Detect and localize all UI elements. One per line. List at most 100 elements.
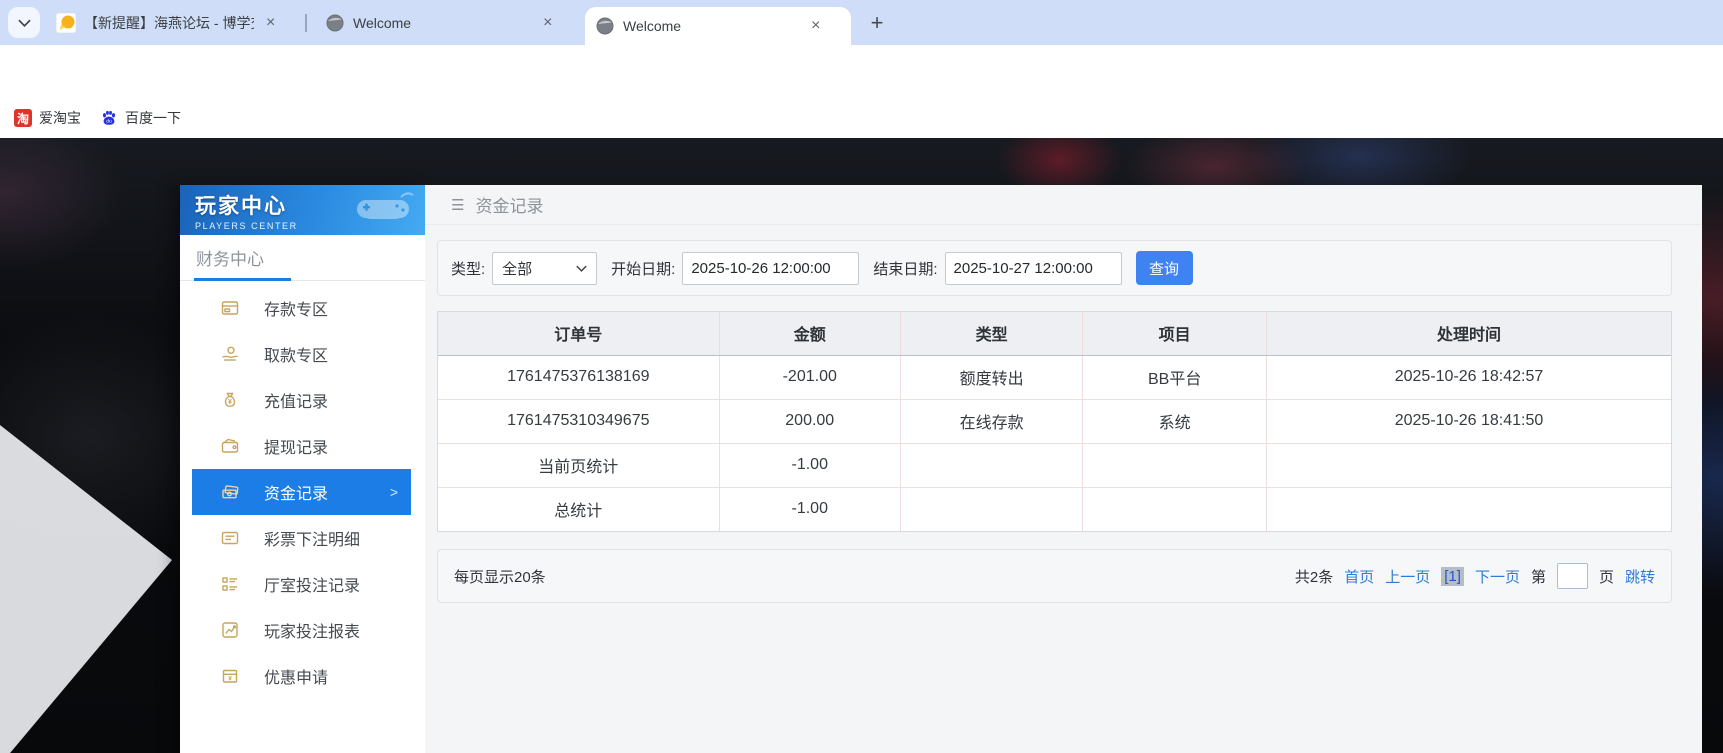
baidu-icon: du	[100, 109, 118, 127]
section-divider	[180, 278, 425, 281]
bookmarks-bar: 淘 爱淘宝 du 百度一下	[0, 98, 1723, 138]
cell-empty	[1083, 443, 1267, 487]
players-center-banner: 玩家中心 PLAYERS CENTER	[180, 185, 425, 235]
main-panel: ☰ 资金记录 类型: 全部 开始日期: 结束日期: 查询 订单号 金额 类型	[425, 185, 1702, 753]
globe-icon	[325, 13, 345, 33]
table-row: 1761475310349675 200.00 在线存款 系统 2025-10-…	[438, 399, 1671, 443]
tab-forum[interactable]: 【新提醒】海燕论坛 - 博学交流 ×	[46, 0, 300, 45]
sidebar-item-label: 厅室投注记录	[264, 572, 360, 596]
bookmark-label: 百度一下	[125, 108, 181, 128]
pagination-controls: 共2条 首页 上一页 [1] 下一页 第 页 跳转	[1295, 563, 1655, 589]
chevron-down-icon	[18, 19, 31, 27]
table-row-page-stats: 当前页统计 -1.00	[438, 443, 1671, 487]
jump-page-input[interactable]	[1557, 563, 1588, 589]
svg-text:¥: ¥	[228, 399, 232, 406]
jump-label-pre: 第	[1531, 566, 1546, 587]
sidebar-section-title: 财务中心	[180, 235, 425, 278]
page-title: 资金记录	[475, 192, 543, 217]
sidebar: 玩家中心 PLAYERS CENTER 财务中心 存款专区 取款专区 ¥ 充	[180, 185, 425, 753]
pagination-bar: 每页显示20条 共2条 首页 上一页 [1] 下一页 第 页 跳转	[437, 549, 1672, 603]
column-header: 类型	[900, 312, 1082, 355]
cell-type: 额度转出	[900, 355, 1082, 399]
sidebar-item-deposit[interactable]: 存款专区	[192, 285, 411, 331]
tab-welcome-2-active[interactable]: Welcome ×	[585, 7, 851, 45]
deposit-card-icon	[220, 298, 240, 318]
close-icon[interactable]: ×	[262, 13, 279, 33]
sidebar-item-label: 资金记录	[264, 480, 328, 504]
start-date-input[interactable]	[682, 252, 859, 285]
cell-empty	[900, 487, 1082, 531]
type-label: 类型:	[451, 258, 485, 279]
sidebar-menu: 存款专区 取款专区 ¥ 充值记录 提现记录 资金记录 > 彩票下注明细	[180, 281, 425, 699]
page-background: 玩家中心 PLAYERS CENTER 财务中心 存款专区 取款专区 ¥ 充	[0, 138, 1723, 753]
forum-favicon	[56, 13, 76, 33]
browser-toolbar: ← → ⟳ js13.cc/hhcp/usercenter.html?iniTy…	[0, 45, 1723, 98]
prev-page-link[interactable]: 上一页	[1385, 566, 1430, 587]
globe-icon	[595, 16, 615, 36]
table-row-total-stats: 总统计 -1.00	[438, 487, 1671, 531]
column-header: 项目	[1083, 312, 1267, 355]
cell-label: 总统计	[438, 487, 719, 531]
sidebar-item-label: 提现记录	[264, 434, 328, 458]
current-page-link[interactable]: [1]	[1441, 567, 1464, 586]
start-date-label: 开始日期:	[611, 258, 675, 279]
sidebar-item-player-bet-report[interactable]: 玩家投注报表	[192, 607, 411, 653]
cell-amount: -1.00	[719, 487, 900, 531]
column-header: 处理时间	[1267, 312, 1671, 355]
tab-title: Welcome	[353, 15, 411, 31]
cell-order-no: 1761475376138169	[438, 355, 719, 399]
cell-time: 2025-10-26 18:41:50	[1267, 399, 1671, 443]
filter-bar: 类型: 全部 开始日期: 结束日期: 查询	[437, 240, 1672, 296]
end-date-label: 结束日期:	[873, 258, 937, 279]
money-bag-icon: ¥	[220, 390, 240, 410]
column-header: 金额	[719, 312, 900, 355]
funds-cards-icon	[220, 482, 240, 502]
sidebar-item-lottery-bet-details[interactable]: 彩票下注明细	[192, 515, 411, 561]
bookmark-label: 爱淘宝	[39, 108, 81, 128]
sidebar-item-label: 玩家投注报表	[264, 618, 360, 642]
chevron-right-icon: >	[390, 484, 398, 500]
jump-label-post: 页	[1599, 566, 1614, 587]
chevron-down-icon	[576, 265, 587, 272]
cell-empty	[900, 443, 1082, 487]
table-header-row: 订单号 金额 类型 项目 处理时间	[438, 312, 1671, 355]
bookmark-baidu[interactable]: du 百度一下	[94, 104, 187, 132]
sidebar-item-promo-application[interactable]: ¥ 优惠申请	[192, 653, 411, 699]
hamburger-icon[interactable]: ☰	[451, 196, 464, 214]
sidebar-item-label: 存款专区	[264, 296, 328, 320]
sidebar-item-withdrawal-records[interactable]: 提现记录	[192, 423, 411, 469]
cell-empty	[1267, 487, 1671, 531]
jump-button[interactable]: 跳转	[1625, 566, 1655, 587]
total-count-text: 共2条	[1295, 566, 1333, 587]
end-date-input[interactable]	[945, 252, 1122, 285]
cell-time: 2025-10-26 18:42:57	[1267, 355, 1671, 399]
close-icon[interactable]: ×	[539, 13, 556, 33]
cell-empty	[1267, 443, 1671, 487]
new-tab-button[interactable]: +	[862, 8, 892, 38]
bookmark-taobao[interactable]: 淘 爱淘宝	[8, 104, 87, 132]
ticket-list-icon	[220, 528, 240, 548]
cell-project: BB平台	[1083, 355, 1267, 399]
sidebar-item-hall-bet-records[interactable]: 厅室投注记录	[192, 561, 411, 607]
column-header: 订单号	[438, 312, 719, 355]
background-arrow-shape	[0, 425, 172, 753]
tab-welcome-1[interactable]: Welcome ×	[315, 0, 570, 45]
cell-amount: 200.00	[719, 399, 900, 443]
type-select-value: 全部	[502, 258, 532, 279]
gamepad-icon	[351, 191, 417, 229]
search-button[interactable]: 查询	[1136, 251, 1193, 285]
first-page-link[interactable]: 首页	[1344, 566, 1374, 587]
sidebar-item-recharge-records[interactable]: ¥ 充值记录	[192, 377, 411, 423]
promo-icon: ¥	[220, 666, 240, 686]
tab-search-button[interactable]	[8, 7, 40, 38]
type-select[interactable]: 全部	[492, 252, 597, 285]
tab-title: 【新提醒】海燕论坛 - 博学交流	[84, 13, 254, 33]
close-icon[interactable]: ×	[807, 16, 824, 36]
cell-order-no: 1761475310349675	[438, 399, 719, 443]
sidebar-item-funds-records[interactable]: 资金记录 >	[192, 469, 411, 515]
sidebar-item-label: 取款专区	[264, 342, 328, 366]
next-page-link[interactable]: 下一页	[1475, 566, 1520, 587]
sidebar-item-withdraw[interactable]: 取款专区	[192, 331, 411, 377]
table-row: 1761475376138169 -201.00 额度转出 BB平台 2025-…	[438, 355, 1671, 399]
page-size-text: 每页显示20条	[454, 566, 546, 587]
